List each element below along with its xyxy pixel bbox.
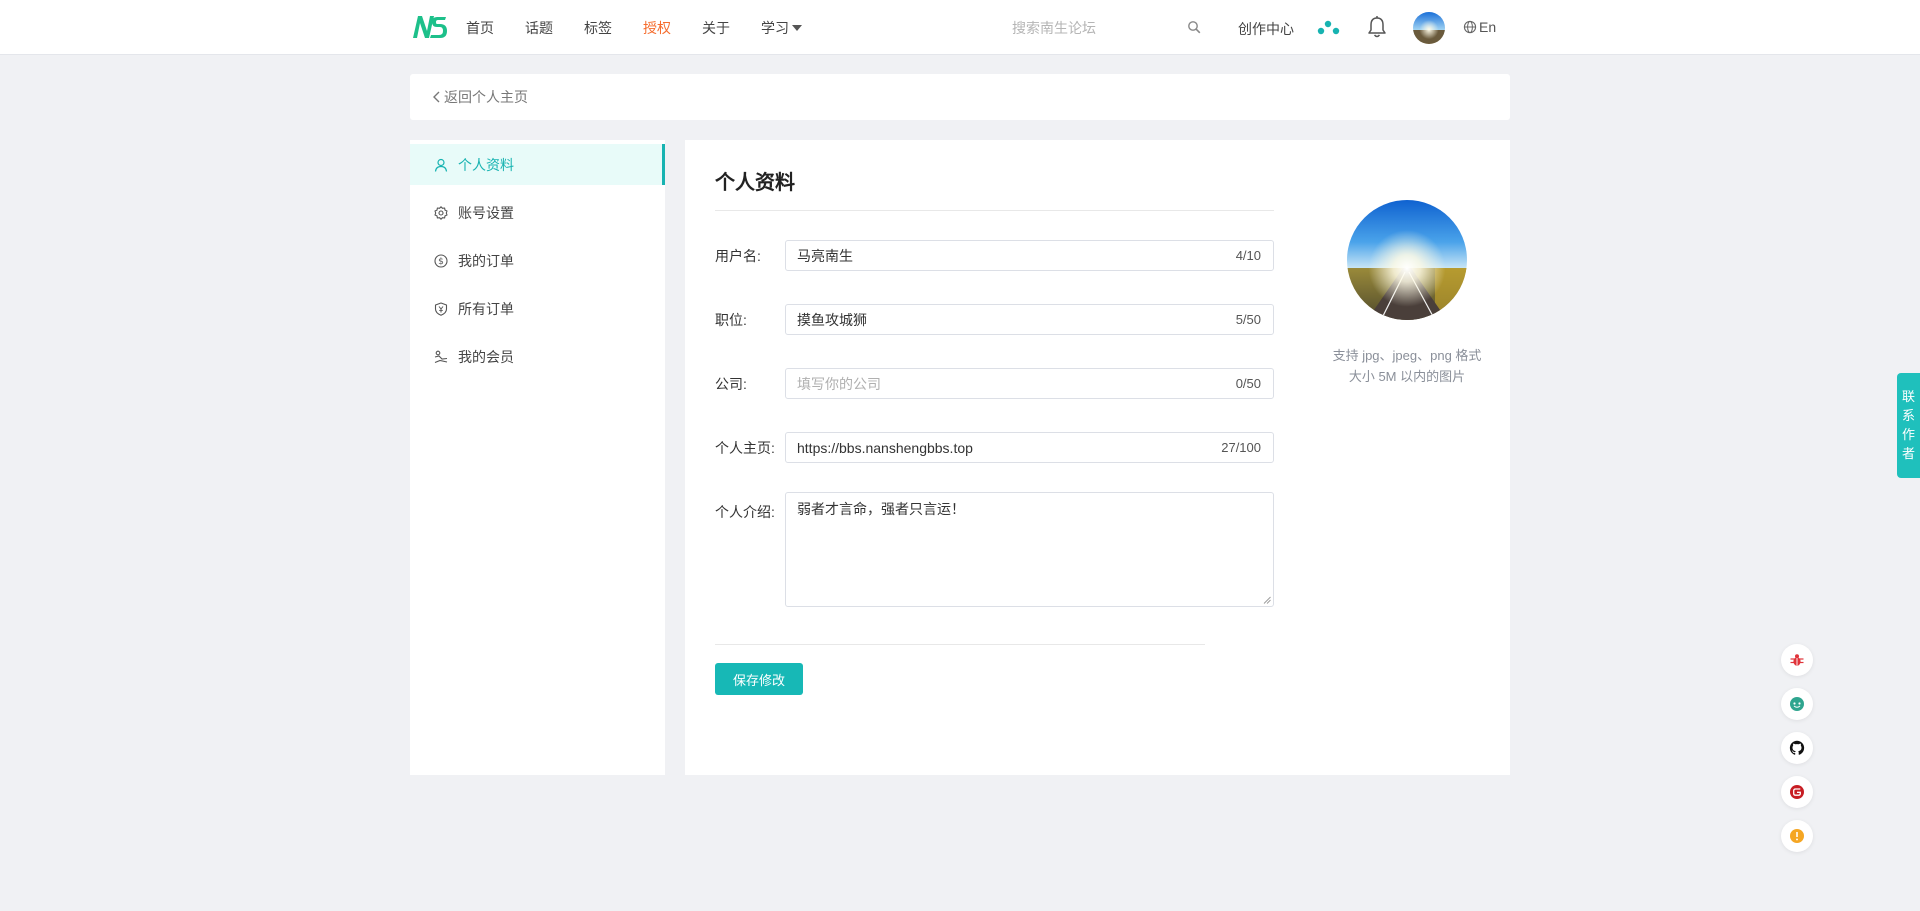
- page-title: 个人资料: [715, 172, 795, 194]
- username-row: 用户名: 4/10: [715, 240, 1274, 271]
- top-header: 首页 话题 标签 授权 关于 学习 创作中心: [0, 0, 1920, 55]
- search-input[interactable]: [1000, 14, 1180, 42]
- caret-down-icon: [792, 24, 802, 31]
- feedback-button[interactable]: [1781, 820, 1813, 852]
- contact-char: 联: [1901, 389, 1915, 404]
- profile-panel: 个人资料 用户名: 4/10 职位: 5/50 公司: 0/50 个人主页: 2…: [685, 140, 1510, 775]
- sidebar-item-account-settings[interactable]: 账号设置: [410, 192, 665, 233]
- dots-icon[interactable]: [1316, 18, 1342, 38]
- svg-text:$: $: [438, 257, 444, 267]
- homepage-row: 个人主页: 27/100: [715, 432, 1274, 463]
- username-char-count: 4/10: [1235, 248, 1261, 263]
- company-input[interactable]: [786, 369, 1273, 398]
- chat-icon: [1790, 697, 1804, 711]
- homepage-label: 个人主页:: [715, 439, 775, 456]
- bio-row: 个人介绍: 弱者才言命，强者只言运！: [715, 492, 1274, 607]
- avatar-hint-line2: 大小 5M 以内的图片: [1348, 369, 1466, 384]
- gear-icon: [434, 205, 448, 220]
- bell-icon[interactable]: [1366, 15, 1388, 39]
- company-char-count: 0/50: [1235, 376, 1261, 391]
- title-divider: [715, 210, 1274, 211]
- main-nav: 首页 话题 标签 授权 关于 学习: [466, 0, 833, 55]
- username-field-box: 4/10: [785, 240, 1274, 271]
- nav-about[interactable]: 关于: [702, 18, 730, 38]
- chevron-left-icon: [433, 91, 440, 103]
- company-row: 公司: 0/50: [715, 368, 1274, 399]
- chat-button[interactable]: [1781, 688, 1813, 720]
- homepage-input[interactable]: [786, 433, 1273, 462]
- sidebar-item-my-orders[interactable]: $ 我的订单: [410, 240, 665, 281]
- homepage-char-count: 27/100: [1221, 440, 1261, 455]
- github-button[interactable]: [1781, 732, 1813, 764]
- nav-license[interactable]: 授权: [643, 18, 671, 38]
- bug-icon: [1790, 654, 1804, 666]
- sidebar-item-label: 我的会员: [458, 348, 514, 365]
- gitee-button[interactable]: [1781, 776, 1813, 808]
- company-label: 公司:: [715, 375, 747, 392]
- sidebar-item-profile[interactable]: 个人资料: [410, 144, 665, 185]
- username-label: 用户名:: [715, 247, 761, 264]
- avatar-hint-line1: 支持 jpg、jpeg、png 格式: [1332, 348, 1482, 363]
- sidebar-item-label: 账号设置: [458, 204, 514, 221]
- settings-sidebar: 个人资料 账号设置 $ 我的订单 所有订单 我的会员: [410, 140, 665, 775]
- sidebar-item-my-membership[interactable]: 我的会员: [410, 336, 665, 377]
- sidebar-item-label: 我的订单: [458, 252, 514, 269]
- sidebar-item-all-orders[interactable]: 所有订单: [410, 288, 665, 329]
- contact-author-tab[interactable]: 联 系 作 者: [1897, 373, 1920, 478]
- sidebar-item-label: 所有订单: [458, 300, 514, 317]
- bio-label: 个人介绍:: [715, 504, 775, 520]
- nav-learn[interactable]: 学习: [761, 18, 802, 38]
- report-bug-button[interactable]: [1781, 644, 1813, 676]
- bio-textarea[interactable]: 弱者才言命，强者只言运！: [786, 493, 1273, 606]
- member-icon: [434, 350, 448, 363]
- globe-icon: [1463, 20, 1477, 34]
- save-changes-button[interactable]: 保存修改: [715, 663, 803, 695]
- avatar-upload-hint: 支持 jpg、jpeg、png 格式 大小 5M 以内的图片: [1310, 345, 1504, 387]
- username-input[interactable]: [786, 241, 1273, 270]
- resize-grip-icon[interactable]: [1263, 596, 1271, 604]
- shield-yen-icon: [434, 301, 448, 316]
- alert-icon: [1790, 829, 1804, 843]
- avatar-image: [1413, 12, 1445, 44]
- back-to-homepage-link[interactable]: 返回个人主页: [432, 87, 528, 107]
- position-char-count: 5/50: [1235, 312, 1261, 327]
- company-field-box: 0/50: [785, 368, 1274, 399]
- back-bar: 返回个人主页: [410, 74, 1510, 120]
- nav-home[interactable]: 首页: [466, 18, 494, 38]
- position-label: 职位:: [715, 311, 747, 328]
- nav-tags[interactable]: 标签: [584, 18, 612, 38]
- contact-char: 者: [1901, 446, 1915, 461]
- gitee-icon: [1790, 785, 1804, 799]
- search-icon[interactable]: [1187, 20, 1201, 34]
- github-icon: [1789, 740, 1805, 755]
- nav-learn-label: 学习: [761, 19, 789, 36]
- language-label: En: [1479, 19, 1497, 35]
- search-box: [1000, 14, 1180, 42]
- position-row: 职位: 5/50: [715, 304, 1274, 335]
- user-avatar[interactable]: [1413, 12, 1445, 44]
- contact-char: 作: [1901, 427, 1915, 442]
- position-field-box: 5/50: [785, 304, 1274, 335]
- position-input[interactable]: [786, 305, 1273, 334]
- bio-field-box: 弱者才言命，强者只言运！: [785, 492, 1274, 607]
- sidebar-item-label: 个人资料: [458, 156, 514, 173]
- ns-logo[interactable]: [410, 14, 448, 40]
- language-switch[interactable]: En: [1463, 19, 1496, 35]
- creator-center-link[interactable]: 创作中心: [1238, 19, 1294, 39]
- contact-char: 系: [1901, 408, 1915, 423]
- form-divider: [715, 644, 1205, 645]
- user-icon: [434, 158, 448, 172]
- homepage-field-box: 27/100: [785, 432, 1274, 463]
- avatar-image: [1347, 200, 1467, 320]
- nav-topics[interactable]: 话题: [525, 18, 553, 38]
- dollar-circle-icon: $: [434, 253, 448, 268]
- profile-avatar[interactable]: [1347, 200, 1467, 320]
- back-label: 返回个人主页: [444, 89, 528, 105]
